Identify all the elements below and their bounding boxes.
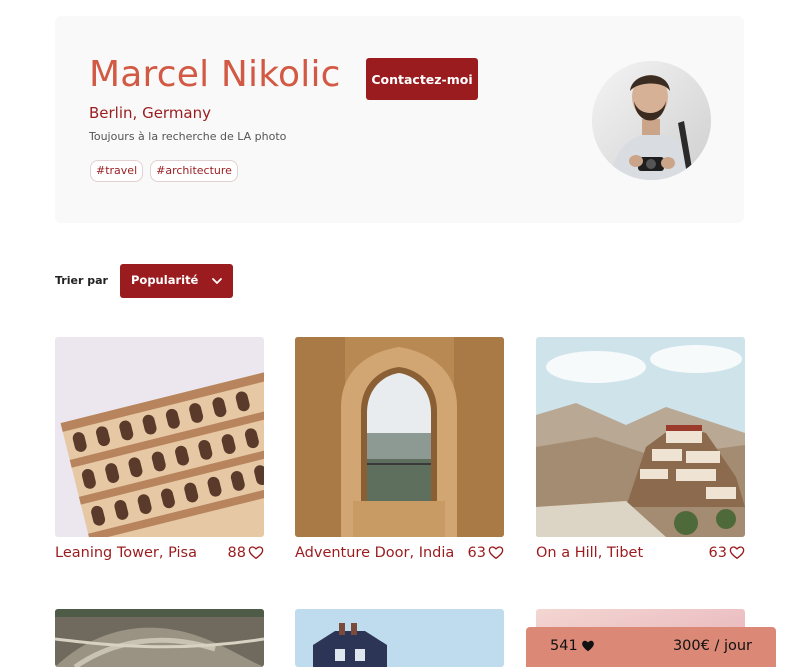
photographer-name: Marcel Nikolic — [89, 54, 341, 95]
like-count: 63 — [467, 545, 486, 561]
contact-button[interactable]: Contactez-moi — [366, 58, 478, 100]
media-card[interactable] — [295, 609, 504, 667]
media-card[interactable]: Adventure Door, India 63 — [295, 337, 504, 567]
photographer-header: Marcel Nikolic Contactez-moi Berlin, Ger… — [55, 16, 744, 223]
media-card[interactable]: On a Hill, Tibet 63 — [536, 337, 745, 567]
daily-price: 300€ / jour — [672, 638, 752, 654]
avatar — [592, 61, 711, 180]
media-title: Leaning Tower, Pisa — [55, 545, 197, 561]
media-meta: On a Hill, Tibet 63 — [536, 543, 745, 567]
tag-list: #travel #architecture — [90, 160, 238, 182]
like-button[interactable]: 63 — [468, 545, 504, 561]
photographer-location: Berlin, Germany — [89, 104, 212, 122]
media-photo[interactable] — [536, 337, 745, 537]
media-photo[interactable] — [55, 609, 264, 667]
like-count: 63 — [708, 545, 727, 561]
sort-selected-value: Popularité — [131, 273, 199, 287]
media-card[interactable]: Leaning Tower, Pisa 88 — [55, 337, 264, 567]
media-photo[interactable] — [295, 609, 504, 667]
tag-travel[interactable]: #travel — [90, 160, 144, 182]
heart-filled-icon — [581, 640, 594, 652]
sort-label: Trier par — [55, 274, 108, 287]
price-bar: 541 300€ / jour — [526, 627, 776, 667]
heart-outline-icon — [248, 546, 264, 559]
like-button[interactable]: 88 — [228, 545, 264, 561]
heart-outline-icon — [729, 546, 745, 559]
photographer-page: Marcel Nikolic Contactez-moi Berlin, Ger… — [0, 0, 800, 667]
heart-outline-icon — [488, 546, 504, 559]
total-likes-count: 541 — [550, 638, 578, 654]
media-title: On a Hill, Tibet — [536, 545, 644, 561]
media-meta: Adventure Door, India 63 — [295, 543, 504, 567]
tag-architecture[interactable]: #architecture — [150, 160, 238, 182]
media-card[interactable] — [55, 609, 264, 667]
media-photo[interactable] — [295, 337, 504, 537]
like-count: 88 — [227, 545, 246, 561]
media-meta: Leaning Tower, Pisa 88 — [55, 543, 264, 567]
avatar-image — [592, 61, 711, 180]
media-title: Adventure Door, India — [295, 545, 455, 561]
photographer-tagline: Toujours à la recherche de LA photo — [89, 130, 287, 143]
chevron-down-icon — [212, 278, 222, 284]
sort-dropdown[interactable]: Popularité — [120, 264, 233, 298]
total-likes: 541 — [550, 638, 595, 654]
like-button[interactable]: 63 — [709, 545, 745, 561]
media-photo[interactable] — [55, 337, 264, 537]
